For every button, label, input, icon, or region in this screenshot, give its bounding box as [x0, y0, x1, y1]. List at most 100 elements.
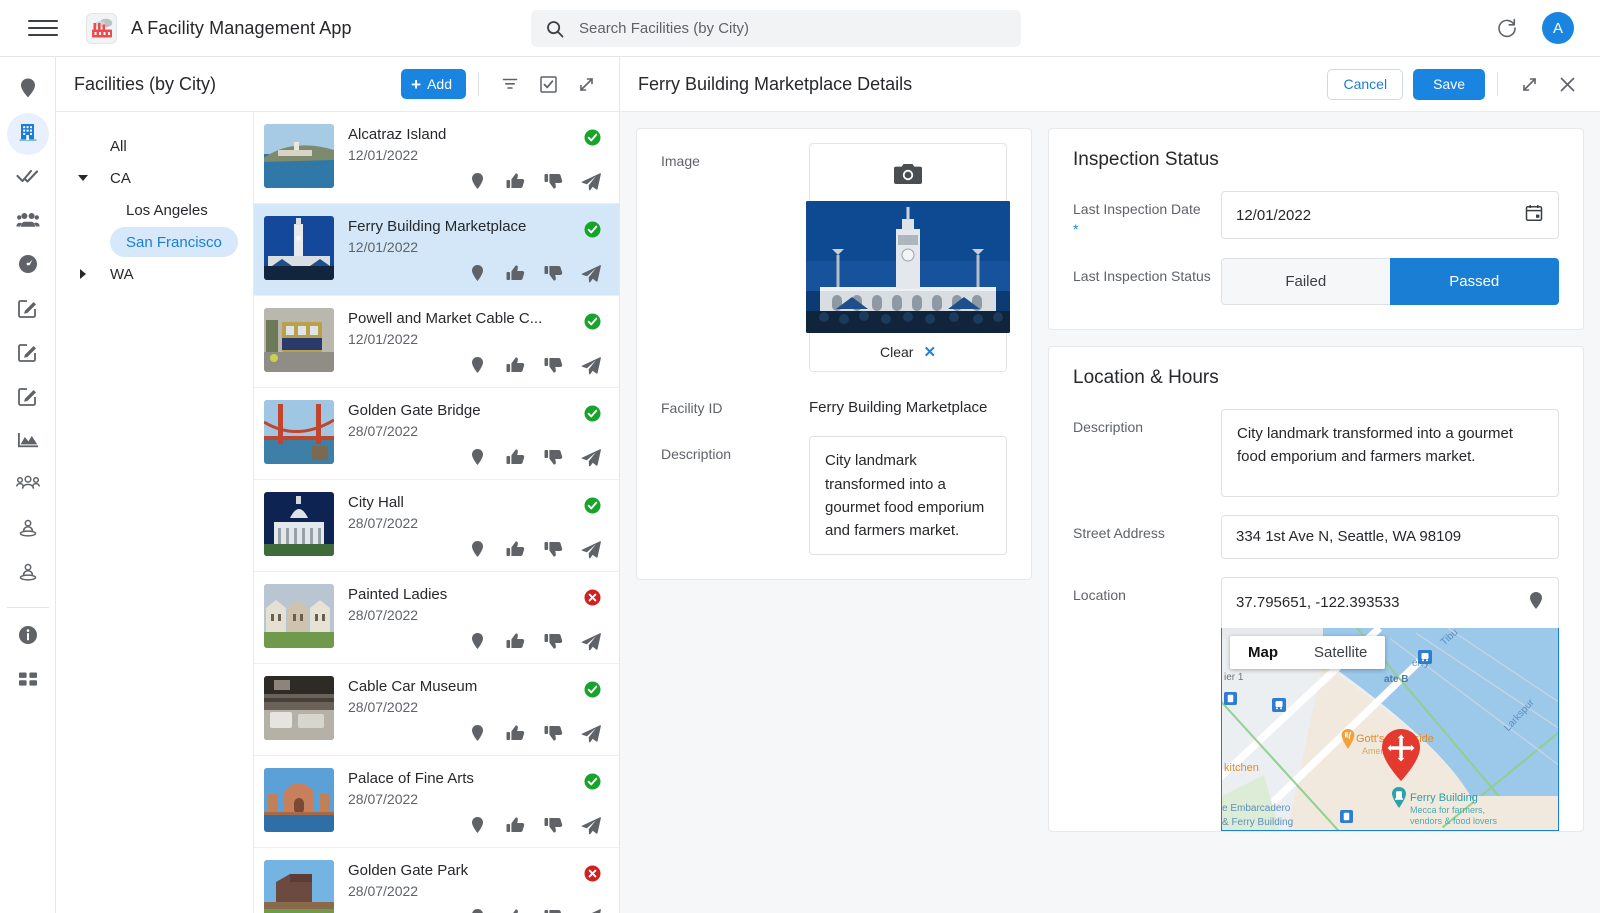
thumbs-up-icon[interactable]: [503, 721, 527, 745]
calendar-icon[interactable]: [1524, 203, 1544, 227]
chevron-right-icon[interactable]: [72, 269, 94, 279]
send-icon[interactable]: [579, 353, 603, 377]
sidebar-item-reports[interactable]: [7, 421, 49, 463]
transit-icon[interactable]: [1340, 809, 1353, 828]
send-icon[interactable]: [579, 537, 603, 561]
send-icon[interactable]: [579, 445, 603, 469]
transit-icon[interactable]: [1224, 691, 1237, 710]
avatar[interactable]: A: [1542, 12, 1574, 44]
sidebar-item-person-location-1[interactable]: [7, 509, 49, 551]
list-item[interactable]: Palace of Fine Arts 28/07/2022: [254, 756, 619, 848]
location-pin-icon[interactable]: [465, 905, 489, 913]
select-checkbox-icon[interactable]: [535, 71, 561, 97]
sidebar-item-person-location-2[interactable]: [7, 553, 49, 595]
sidebar-item-tasks[interactable]: [7, 157, 49, 199]
transit-icon[interactable]: [1418, 649, 1432, 669]
list-item[interactable]: Alcatraz Island 12/01/2022: [254, 112, 619, 204]
thumbs-down-icon[interactable]: [541, 445, 565, 469]
filter-icon[interactable]: [497, 71, 523, 97]
thumbs-up-icon[interactable]: [503, 905, 527, 913]
location-pin-icon[interactable]: [465, 721, 489, 745]
sidebar-item-about[interactable]: [7, 616, 49, 658]
thumbs-up-icon[interactable]: [503, 169, 527, 193]
list-item[interactable]: Golden Gate Bridge 28/07/2022: [254, 388, 619, 480]
map-pin-icon[interactable]: [1528, 591, 1544, 615]
chevron-down-icon[interactable]: [72, 175, 94, 181]
search-input[interactable]: [579, 20, 989, 37]
status-option-failed[interactable]: Failed: [1221, 257, 1390, 305]
street-address-input[interactable]: 334 1st Ave N, Seattle, WA 98109: [1221, 514, 1559, 559]
close-x-icon[interactable]: ✕: [923, 343, 936, 361]
sidebar-item-edit-2[interactable]: [7, 333, 49, 375]
location-description-textarea[interactable]: City landmark transformed into a gourmet…: [1221, 408, 1559, 497]
move-marker-icon[interactable]: [1380, 728, 1422, 787]
thumbs-down-icon[interactable]: [541, 813, 565, 837]
location-pin-icon[interactable]: [465, 537, 489, 561]
thumbs-down-icon[interactable]: [541, 261, 565, 285]
location-pin-icon[interactable]: [465, 813, 489, 837]
location-pin-icon[interactable]: [465, 629, 489, 653]
sidebar-item-apps[interactable]: [7, 660, 49, 702]
sidebar-item-map-pin[interactable]: [7, 69, 49, 111]
location-coordinates-input[interactable]: 37.795651, -122.393533: [1221, 576, 1559, 628]
map-type-toggle[interactable]: Map Satellite: [1230, 635, 1386, 669]
thumbs-up-icon[interactable]: [503, 537, 527, 561]
thumbs-up-icon[interactable]: [503, 353, 527, 377]
sidebar-item-dashboard[interactable]: [7, 245, 49, 287]
thumbs-down-icon[interactable]: [541, 629, 565, 653]
location-pin-icon[interactable]: [465, 261, 489, 285]
tree-item-wa[interactable]: WA: [56, 258, 253, 290]
expand-diagonal-icon[interactable]: [1516, 71, 1542, 97]
tree-item-los-angeles[interactable]: Los Angeles: [56, 194, 253, 226]
thumbs-up-icon[interactable]: [503, 813, 527, 837]
location-pin-icon[interactable]: [465, 445, 489, 469]
status-option-passed[interactable]: Passed: [1389, 257, 1559, 305]
expand-diagonal-icon[interactable]: [573, 71, 599, 97]
thumbs-down-icon[interactable]: [541, 721, 565, 745]
search-bar[interactable]: [531, 10, 1021, 47]
map-tab-map[interactable]: Map: [1230, 635, 1296, 669]
transit-icon[interactable]: [1272, 697, 1286, 717]
tree-item-all[interactable]: All: [56, 130, 253, 162]
facilities-list[interactable]: Alcatraz Island 12/01/2022 Ferry Building …: [254, 112, 619, 913]
location-pin-icon[interactable]: [465, 353, 489, 377]
send-icon[interactable]: [579, 261, 603, 285]
tree-item-san-francisco[interactable]: San Francisco: [56, 226, 253, 258]
thumbs-up-icon[interactable]: [503, 261, 527, 285]
tree-item-ca[interactable]: CA: [56, 162, 253, 194]
list-item[interactable]: Painted Ladies 28/07/2022: [254, 572, 619, 664]
list-item[interactable]: City Hall 28/07/2022: [254, 480, 619, 572]
send-icon[interactable]: [579, 813, 603, 837]
list-item[interactable]: Golden Gate Park 28/07/2022: [254, 848, 619, 913]
thumbs-up-icon[interactable]: [503, 629, 527, 653]
thumbs-down-icon[interactable]: [541, 537, 565, 561]
sidebar-item-edit-3[interactable]: [7, 377, 49, 419]
send-icon[interactable]: [579, 169, 603, 193]
sidebar-item-facilities[interactable]: [6, 113, 49, 155]
send-icon[interactable]: [579, 629, 603, 653]
last-inspection-date-input[interactable]: 12/01/2022: [1221, 191, 1559, 239]
refresh-icon[interactable]: [1494, 15, 1520, 41]
location-map[interactable]: Tibu Larkspur erry ate B ier 1 Gott's Ro…: [1221, 627, 1559, 831]
camera-icon[interactable]: [893, 162, 923, 191]
thumbs-down-icon[interactable]: [541, 905, 565, 913]
map-tab-satellite[interactable]: Satellite: [1296, 635, 1386, 669]
inspection-status-toggle[interactable]: Failed Passed: [1221, 257, 1559, 305]
sidebar-item-edit-1[interactable]: [7, 289, 49, 331]
thumbs-down-icon[interactable]: [541, 169, 565, 193]
list-item[interactable]: Ferry Building Marketplace 12/01/2022: [254, 204, 619, 296]
list-item[interactable]: Powell and Market Cable C... 12/01/2022: [254, 296, 619, 388]
museum-poi-icon[interactable]: [1390, 786, 1408, 815]
save-button[interactable]: Save: [1413, 68, 1485, 100]
list-item[interactable]: Cable Car Museum 28/07/2022: [254, 664, 619, 756]
close-icon[interactable]: [1554, 71, 1580, 97]
thumbs-up-icon[interactable]: [503, 445, 527, 469]
add-button[interactable]: + Add: [401, 69, 466, 99]
description-textarea[interactable]: City landmark transformed into a gourmet…: [809, 436, 1007, 556]
send-icon[interactable]: [579, 905, 603, 913]
cancel-button[interactable]: Cancel: [1327, 68, 1404, 100]
send-icon[interactable]: [579, 721, 603, 745]
location-pin-icon[interactable]: [465, 169, 489, 193]
hamburger-menu-icon[interactable]: [28, 13, 58, 43]
sidebar-item-people[interactable]: [7, 201, 49, 243]
